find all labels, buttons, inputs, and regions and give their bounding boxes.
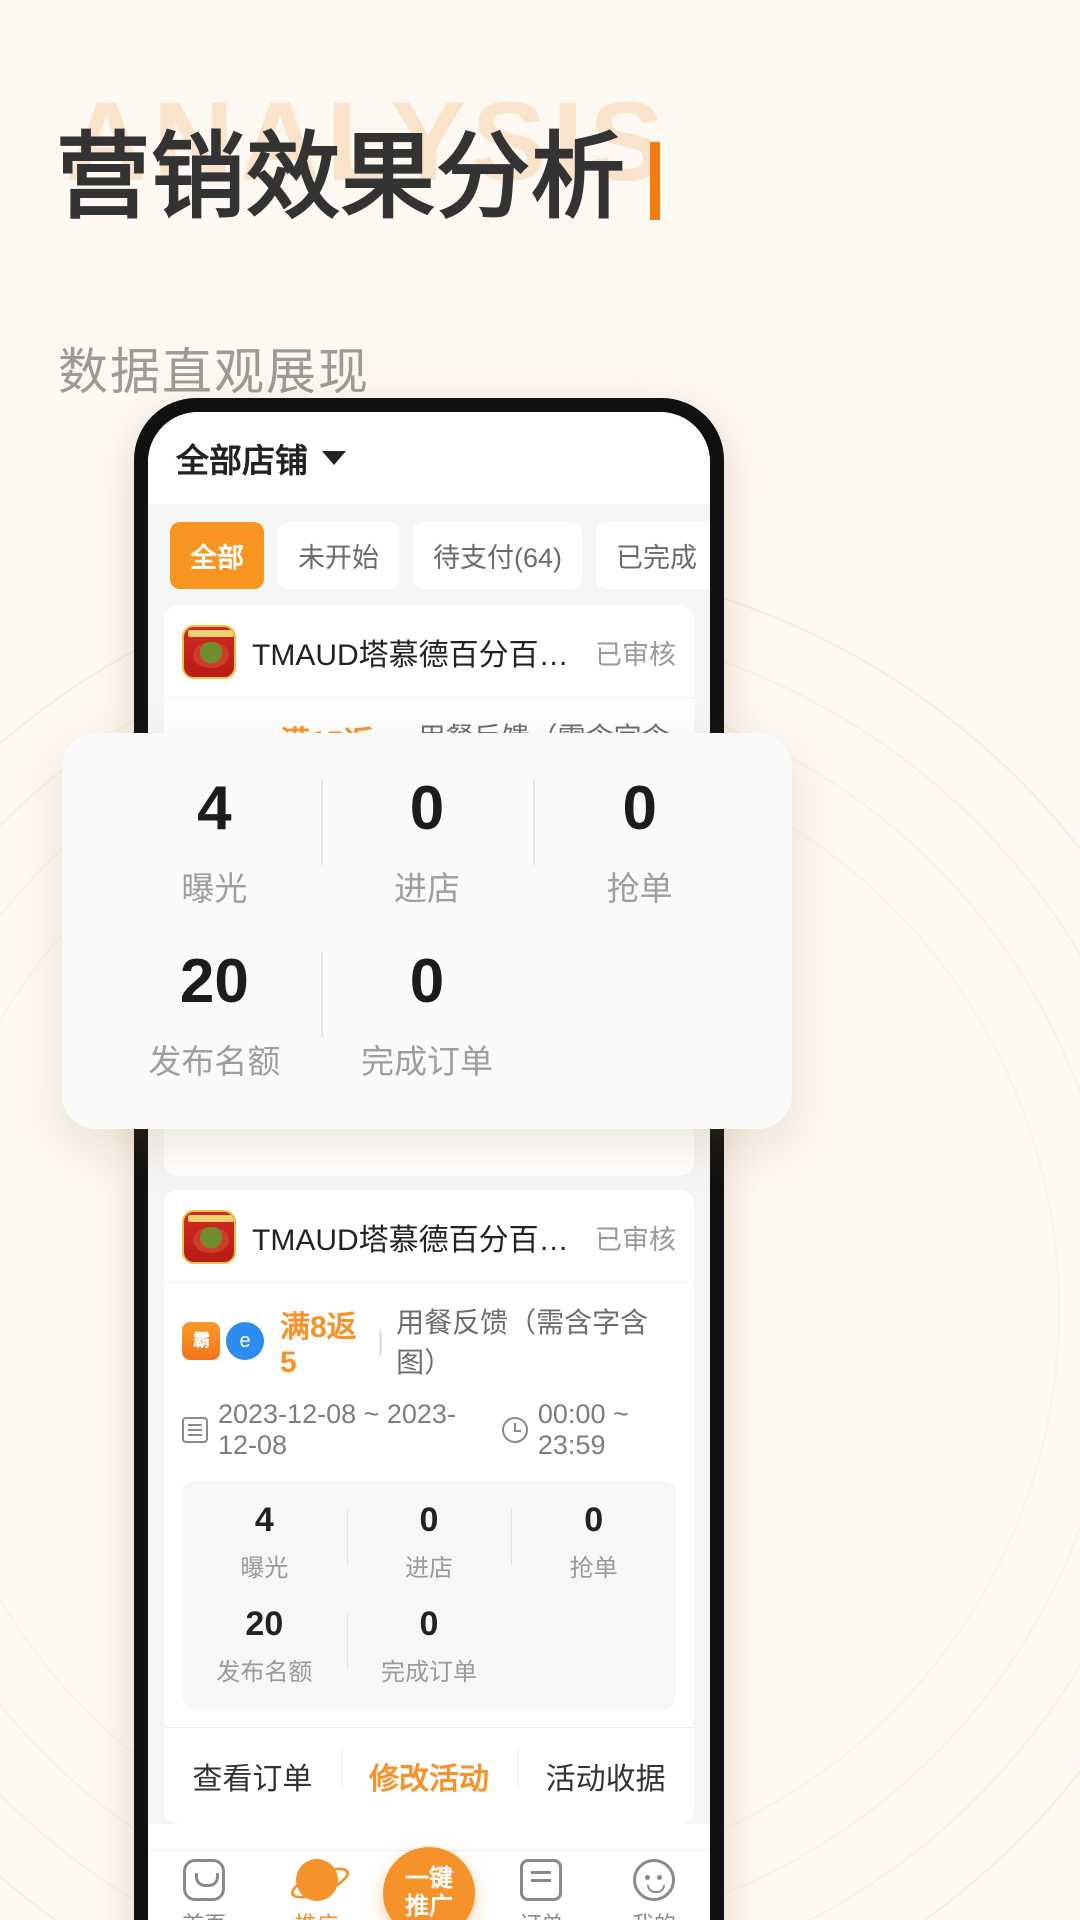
order-icon [520,1859,563,1901]
overlay-stat-visits: 0 进店 [320,773,534,910]
nav-item-promotion[interactable]: 推广 [260,1859,372,1920]
floating-stats-card: 4 曝光 0 进店 0 抢单 20 发布名额 0 完成订单 [62,733,792,1129]
stat-label: 发布名额 [216,1659,313,1686]
clock-icon [501,1417,528,1443]
nav-label: 推广 [295,1907,339,1920]
campaign-receipt-button[interactable]: 活动收据 [517,1728,694,1824]
phone-screen: 全部店铺 全部 未开始 待支付(64) 已完成 TMAUD塔慕德百分百动物奶油生… [148,412,710,1920]
page-subtitle: 数据直观展现 [58,344,370,400]
one-click-promote-button[interactable]: 一键 推广 [383,1847,476,1920]
stat-value: 20 [179,947,249,1016]
nav-item-home[interactable]: 首页 [148,1859,260,1920]
stat-value: 4 [197,774,232,843]
tab-not-started[interactable]: 未开始 [278,522,399,589]
campaign-date-range: 2023-12-08 ~ 2023-12-08 [218,1399,456,1460]
bottom-nav: 首页 推广 一键 推广 订单 我的 [148,1847,710,1920]
shop-thumbnail-icon [182,1210,236,1264]
campaign-card-header: TMAUD塔慕德百分百动物奶油生日… 已审核 [164,1190,694,1283]
store-selector-label: 全部店铺 [176,442,308,479]
nav-label: 首页 [182,1907,226,1920]
tab-pending-payment[interactable]: 待支付(64) [413,522,583,589]
stat-value: 0 [419,1605,439,1643]
stat-label: 抢单 [606,870,673,907]
stat-value: 0 [419,1501,439,1539]
badge-ele-icon: e [226,1322,264,1360]
stat-label: 发布名额 [148,1043,281,1080]
filter-tabs: 全部 未开始 待支付(64) 已完成 [148,504,710,605]
stats-row-secondary: 20 发布名额 0 完成订单 [182,1605,676,1687]
stat-label: 曝光 [181,870,248,907]
stat-quota: 20 发布名额 [182,1605,347,1687]
overlay-stat-completed-orders: 0 完成订单 [320,946,534,1083]
fab-label-line2: 推广 [405,1893,454,1920]
tab-completed[interactable]: 已完成 [596,522,710,589]
overlay-stat-grabs: 0 抢单 [533,773,746,910]
campaign-meta-row: 2023-12-08 ~ 2023-12-08 00:00 ~ 23:59 [164,1387,694,1481]
page-title-text: 营销效果分析 [56,124,627,229]
stat-value: 0 [622,774,657,843]
stat-label: 完成订单 [381,1659,477,1686]
stat-label: 进店 [405,1555,453,1582]
stat-grabs: 0 抢单 [511,1501,676,1583]
promo-row: 霸 e 满8返5 | 用餐反馈（需含字含图） [164,1283,694,1387]
stat-value: 0 [409,774,445,843]
stat-value: 0 [409,947,445,1016]
stat-exposure: 4 曝光 [182,1501,347,1583]
stat-empty [511,1605,676,1687]
promo-description: 用餐反馈（需含字含图） [396,1307,649,1378]
campaign-card[interactable]: TMAUD塔慕德百分百动物奶油生日… 已审核 霸 e 满8返5 | 用餐反馈（需… [164,1190,694,1824]
calendar-icon [182,1417,208,1443]
nav-item-profile[interactable]: 我的 [598,1859,710,1920]
shop-thumbnail-icon [182,625,236,679]
page-title: 营销效果分析 [56,124,661,229]
overlay-stat-exposure: 4 曝光 [108,773,321,910]
title-accent-bar [650,142,661,221]
campaign-title: TMAUD塔慕德百分百动物奶油生日… [252,639,583,672]
stat-label: 抢单 [569,1555,618,1582]
status-badge: 已审核 [595,639,676,670]
planet-icon [295,1859,338,1901]
stat-value: 20 [245,1605,284,1643]
nav-center-slot: 一键 推广 [373,1847,485,1920]
overlay-stats-row-secondary: 20 发布名额 0 完成订单 [108,946,746,1083]
overlay-stats-row-primary: 4 曝光 0 进店 0 抢单 [108,773,746,910]
campaign-actions: 查看订单 修改活动 活动收据 [164,1727,694,1824]
stat-value: 4 [254,1501,274,1539]
stats-row-primary: 4 曝光 0 进店 0 抢单 [182,1501,676,1583]
badge-ba-icon: 霸 [182,1322,220,1360]
phone-mockup: 全部店铺 全部 未开始 待支付(64) 已完成 TMAUD塔慕德百分百动物奶油生… [134,398,724,1920]
stat-completed-orders: 0 完成订单 [346,1605,512,1687]
status-badge: 已审核 [595,1224,676,1255]
view-orders-button[interactable]: 查看订单 [164,1728,341,1824]
promo-separator: | [376,1325,385,1356]
campaign-stats-panel: 4 曝光 0 进店 0 抢单 20 发布名额 0 完成订单 [182,1481,676,1709]
edit-campaign-button[interactable]: 修改活动 [340,1728,518,1824]
campaign-card-header: TMAUD塔慕德百分百动物奶油生日… 已审核 [164,605,694,698]
overlay-stat-quota: 20 发布名额 [108,946,321,1083]
nav-label: 我的 [632,1907,676,1920]
profile-icon [632,1859,675,1901]
stat-value: 0 [584,1501,604,1539]
tab-all[interactable]: 全部 [170,522,264,589]
nav-item-orders[interactable]: 订单 [485,1859,597,1920]
campaign-title: TMAUD塔慕德百分百动物奶油生日… [252,1224,583,1257]
nav-label: 订单 [519,1907,563,1920]
stat-label: 进店 [394,870,460,907]
store-selector[interactable]: 全部店铺 [148,412,710,504]
fab-label-line1: 一键 [405,1865,454,1893]
campaign-time-range: 00:00 ~ 23:59 [537,1399,629,1460]
stat-visits: 0 进店 [346,1501,512,1583]
home-icon [183,1859,226,1901]
stat-label: 完成订单 [361,1043,493,1080]
stat-label: 曝光 [240,1555,289,1582]
promo-amount: 满8返5 [280,1311,357,1379]
overlay-stat-empty [533,946,746,1083]
chevron-down-icon [322,451,346,465]
